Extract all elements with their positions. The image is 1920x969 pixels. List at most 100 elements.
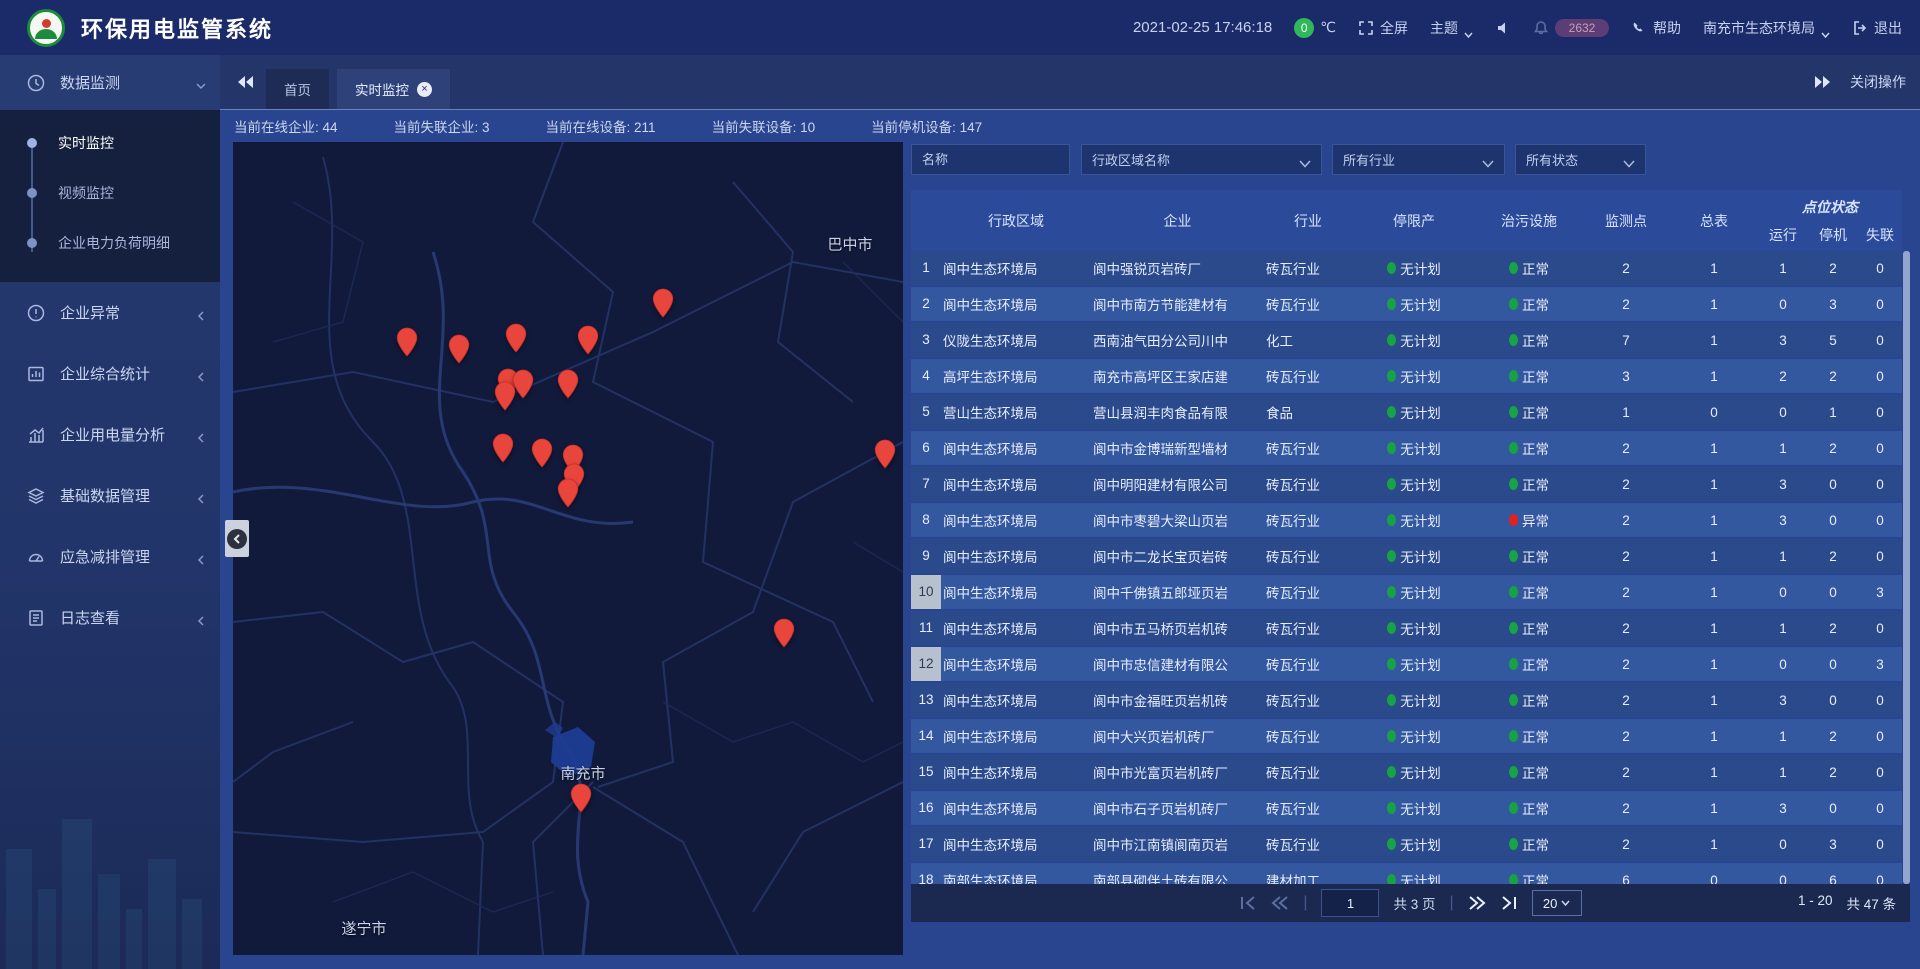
sidebar-item-enterprise-statistics[interactable]: 企业综合统计 xyxy=(0,343,220,404)
cell-limit-status: 无计划 xyxy=(1352,762,1476,782)
column-header-run: 运行 xyxy=(1758,219,1808,251)
cell-total-meters: 1 xyxy=(1670,585,1758,600)
cell-industry: 砖瓦行业 xyxy=(1264,726,1352,746)
sidebar-item-realtime-monitoring[interactable]: 实时监控 xyxy=(0,118,220,168)
cell-limit-status: 无计划 xyxy=(1352,690,1476,710)
cell-total-meters: 1 xyxy=(1670,369,1758,384)
close-operations-dropdown[interactable]: 关闭操作 xyxy=(1850,72,1906,92)
cell-total-meters: 1 xyxy=(1670,333,1758,348)
cell-industry: 砖瓦行业 xyxy=(1264,474,1352,494)
page-size-select[interactable]: 20 xyxy=(1532,890,1582,916)
tab-realtime-monitoring[interactable]: 实时监控 × xyxy=(337,69,450,109)
map-marker-pin-icon[interactable] xyxy=(557,478,579,508)
status-dot-icon xyxy=(1509,406,1518,418)
page-number-input[interactable] xyxy=(1321,889,1379,917)
industry-filter-select[interactable]: 所有行业 xyxy=(1332,144,1505,175)
table-row[interactable]: 1阆中生态环境局阆中强锐页岩砖厂砖瓦行业无计划正常21120 xyxy=(911,251,1902,285)
table-row[interactable]: 2阆中生态环境局阆中市南方节能建材有砖瓦行业无计划正常21030 xyxy=(911,287,1902,321)
table-row[interactable]: 17阆中生态环境局阆中市江南镇阆南页岩砖瓦行业无计划正常21030 xyxy=(911,827,1902,861)
cell-limit-status: 无计划 xyxy=(1352,654,1476,674)
table-row[interactable]: 3仪陇生态环境局西南油气田分公司川中化工无计划正常71350 xyxy=(911,323,1902,357)
status-filter-select[interactable]: 所有状态 xyxy=(1515,144,1646,175)
table-row[interactable]: 12阆中生态环境局阆中市忠信建材有限公砖瓦行业无计划正常21003 xyxy=(911,647,1902,681)
map-marker-pin-icon[interactable] xyxy=(494,381,516,411)
map-marker-pin-icon[interactable] xyxy=(652,288,674,318)
sidebar-item-data-monitoring[interactable]: 数据监测 xyxy=(0,55,220,110)
sidebar-item-power-load-detail[interactable]: 企业电力负荷明细 xyxy=(0,218,220,268)
clock-icon xyxy=(26,73,46,93)
sidebar-item-emergency-reduction[interactable]: 应急减排管理 xyxy=(0,526,220,587)
cell-total-meters: 1 xyxy=(1670,837,1758,852)
column-header-points: 监测点 xyxy=(1582,190,1670,251)
map-panel[interactable]: 巴中市南充市遂宁市 xyxy=(233,142,903,955)
table-row[interactable]: 16阆中生态环境局阆中市石子页岩机砖厂砖瓦行业无计划正常21300 xyxy=(911,791,1902,825)
sidebar-item-base-data-management[interactable]: 基础数据管理 xyxy=(0,465,220,526)
gauge-icon xyxy=(26,547,46,567)
cell-total-meters: 1 xyxy=(1670,297,1758,312)
map-marker-pin-icon[interactable] xyxy=(874,439,896,469)
cell-treatment-status: 正常 xyxy=(1476,402,1582,422)
map-marker-pin-icon[interactable] xyxy=(531,438,553,468)
tabs-scroll-right-icon[interactable] xyxy=(1814,74,1832,90)
cell-run-count: 1 xyxy=(1758,549,1808,564)
help-button[interactable]: 帮助 xyxy=(1631,18,1681,38)
table-row[interactable]: 5营山生态环境局营山县润丰肉食品有限食品无计划正常10010 xyxy=(911,395,1902,429)
table-row[interactable]: 13阆中生态环境局阆中市金福旺页岩机砖砖瓦行业无计划正常21300 xyxy=(911,683,1902,717)
table-row[interactable]: 4高坪生态环境局南充市高坪区王家店建砖瓦行业无计划正常31220 xyxy=(911,359,1902,393)
sidebar-item-video-monitoring[interactable]: 视频监控 xyxy=(0,168,220,218)
cell-company: 南部县砌伴土砖有限公 xyxy=(1091,870,1264,884)
table-row[interactable]: 18南部生态环境局南部县砌伴土砖有限公建材加工无计划正常60060 xyxy=(911,863,1902,884)
cell-monitor-points: 3 xyxy=(1582,369,1670,384)
panel-collapse-toggle[interactable] xyxy=(225,520,249,557)
table-row[interactable]: 8阆中生态环境局阆中市枣碧大梁山页岩砖瓦行业无计划异常21300 xyxy=(911,503,1902,537)
last-page-icon[interactable] xyxy=(1500,896,1518,910)
table-row[interactable]: 9阆中生态环境局阆中市二龙长宝页岩砖砖瓦行业无计划正常21120 xyxy=(911,539,1902,573)
region-filter-select[interactable]: 行政区域名称 xyxy=(1081,144,1322,175)
name-filter-input[interactable] xyxy=(911,144,1070,175)
sidebar-item-enterprise-abnormal[interactable]: 企业异常 xyxy=(0,282,220,343)
map-marker-pin-icon[interactable] xyxy=(505,323,527,353)
first-page-icon[interactable] xyxy=(1239,896,1257,910)
cell-run-count: 0 xyxy=(1758,837,1808,852)
theme-dropdown[interactable]: 主题 xyxy=(1430,18,1473,38)
map-marker-pin-icon[interactable] xyxy=(557,369,579,399)
cell-stop-count: 3 xyxy=(1808,837,1858,852)
fullscreen-button[interactable]: 全屏 xyxy=(1358,18,1408,38)
map-marker-pin-icon[interactable] xyxy=(448,334,470,364)
cell-monitor-points: 2 xyxy=(1582,297,1670,312)
logout-button[interactable]: 退出 xyxy=(1852,18,1902,38)
map-marker-pin-icon[interactable] xyxy=(570,783,592,813)
table-row[interactable]: 6阆中生态环境局阆中市金博瑞新型墙材砖瓦行业无计划正常21120 xyxy=(911,431,1902,465)
cell-stop-count: 0 xyxy=(1808,693,1858,708)
cell-run-count: 0 xyxy=(1758,873,1808,885)
user-org-dropdown[interactable]: 南充市生态环境局 xyxy=(1703,18,1830,38)
table-row[interactable]: 7阆中生态环境局阆中明阳建材有限公司砖瓦行业无计划正常21300 xyxy=(911,467,1902,501)
tab-close-icon[interactable]: × xyxy=(417,82,432,97)
temperature-value: 0 xyxy=(1294,18,1314,38)
cell-treatment-status: 正常 xyxy=(1476,546,1582,566)
table-row[interactable]: 10阆中生态环境局阆中千佛镇五郎垭页岩砖瓦行业无计划正常21003 xyxy=(911,575,1902,609)
map-marker-pin-icon[interactable] xyxy=(492,433,514,463)
mute-button[interactable] xyxy=(1495,20,1511,36)
table-row[interactable]: 14阆中生态环境局阆中大兴页岩机砖厂砖瓦行业无计划正常21120 xyxy=(911,719,1902,753)
notification-button[interactable]: 2632 xyxy=(1533,19,1609,37)
sidebar-item-power-usage-analysis[interactable]: 企业用电量分析 xyxy=(0,404,220,465)
map-marker-pin-icon[interactable] xyxy=(396,327,418,357)
cell-company: 阆中市石子页岩机砖厂 xyxy=(1091,798,1264,818)
tabs-scroll-left-icon[interactable] xyxy=(236,74,254,90)
cell-monitor-points: 2 xyxy=(1582,621,1670,636)
map-city-label: 巴中市 xyxy=(827,234,872,255)
next-page-icon[interactable] xyxy=(1468,896,1486,910)
cell-company: 营山县润丰肉食品有限 xyxy=(1091,402,1264,422)
sidebar-item-log-view[interactable]: 日志查看 xyxy=(0,587,220,648)
table-scrollbar[interactable] xyxy=(1903,251,1910,884)
cell-industry: 砖瓦行业 xyxy=(1264,582,1352,602)
tab-home[interactable]: 首页 xyxy=(266,69,329,109)
prev-page-icon[interactable] xyxy=(1271,896,1289,910)
map-marker-pin-icon[interactable] xyxy=(773,618,795,648)
cell-stop-count: 5 xyxy=(1808,333,1858,348)
map-marker-pin-icon[interactable] xyxy=(577,325,599,355)
table-row[interactable]: 11阆中生态环境局阆中市五马桥页岩机砖砖瓦行业无计划正常21120 xyxy=(911,611,1902,645)
bar-chart-icon xyxy=(26,425,46,445)
table-row[interactable]: 15阆中生态环境局阆中市光富页岩机砖厂砖瓦行业无计划正常21120 xyxy=(911,755,1902,789)
